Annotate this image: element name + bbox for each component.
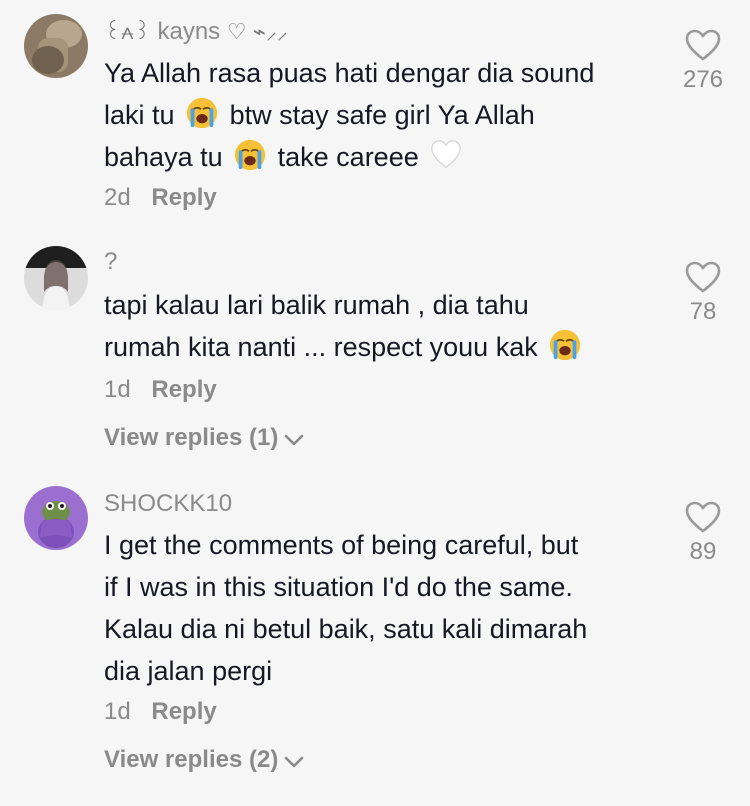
avatar[interactable] — [24, 486, 88, 550]
username-text: SHOCKK10 — [104, 490, 233, 517]
comment-username[interactable]: ꒰⩜꒱ kayns ♡ ⌁⸝⸝ — [104, 16, 288, 46]
view-replies-button[interactable]: View replies (2) — [104, 746, 304, 774]
view-replies-button[interactable]: View replies (1) — [104, 424, 304, 452]
avatar[interactable] — [24, 246, 88, 310]
heart-outline-icon[interactable] — [684, 500, 722, 534]
comment-line: rumah kita nanti ... respect youu kak — [104, 326, 585, 368]
comment-line: Ya Allah rasa puas hati dengar dia sound — [104, 58, 595, 88]
white-heart-emoji — [431, 140, 462, 169]
comment-meta: 2d Reply — [104, 184, 217, 212]
like-button[interactable]: 276 — [676, 28, 730, 94]
loudly-crying-face-emoji — [235, 139, 266, 171]
view-replies-label: View replies (1) — [104, 424, 279, 451]
comment-time: 1d — [104, 376, 131, 403]
comment-line: bahaya tu take careee — [104, 136, 594, 178]
heart-outline-icon[interactable] — [684, 28, 722, 62]
comment-line: laki tu btw stay safe girl Ya Allah — [104, 94, 594, 136]
loudly-crying-face-emoji — [186, 97, 218, 129]
username-decoration-suffix: ♡ ⌁⸝⸝ — [226, 19, 288, 44]
username-decoration-prefix: ꒰⩜꒱ — [104, 19, 151, 44]
comment-line: Kalau dia ni betul baik, satu kali dimar… — [104, 614, 588, 644]
reply-button[interactable]: Reply — [151, 184, 216, 211]
avatar[interactable] — [24, 14, 88, 78]
comment-text: tapi kalau lari balik rumah , dia tahu r… — [104, 284, 585, 368]
comment-line: if I was in this situation I'd do the sa… — [104, 572, 573, 602]
username-text: ? — [104, 248, 118, 275]
reply-button[interactable]: Reply — [151, 376, 216, 403]
loudly-crying-face-emoji — [550, 329, 581, 361]
comment-line: tapi kalau lari balik rumah , dia tahu — [104, 290, 529, 320]
avatar-photo — [24, 246, 88, 310]
avatar-photo — [24, 14, 88, 78]
like-count: 276 — [682, 66, 724, 93]
comment-username[interactable]: ? — [104, 248, 117, 276]
chevron-down-icon — [285, 434, 304, 446]
avatar-photo — [24, 486, 88, 550]
like-button[interactable]: 78 — [676, 260, 730, 326]
comment-meta: 1d Reply — [104, 698, 217, 726]
like-button[interactable]: 89 — [676, 500, 730, 566]
comment-text: I get the comments of being careful, but… — [104, 524, 587, 692]
view-replies-label: View replies (2) — [104, 746, 279, 773]
heart-outline-icon[interactable] — [684, 260, 722, 294]
like-count: 89 — [689, 538, 717, 565]
comment-line: dia jalan pergi — [104, 656, 273, 686]
chevron-down-icon — [285, 756, 304, 768]
comment-line: I get the comments of being careful, but — [104, 530, 579, 560]
username-text: kayns — [157, 18, 221, 45]
comment-username[interactable]: SHOCKK10 — [104, 490, 232, 518]
comment-text: Ya Allah rasa puas hati dengar dia sound… — [104, 52, 594, 178]
comment-time: 1d — [104, 698, 131, 725]
reply-button[interactable]: Reply — [151, 698, 216, 725]
comment-time: 2d — [104, 184, 131, 211]
comment-meta: 1d Reply — [104, 376, 217, 404]
like-count: 78 — [689, 298, 717, 325]
